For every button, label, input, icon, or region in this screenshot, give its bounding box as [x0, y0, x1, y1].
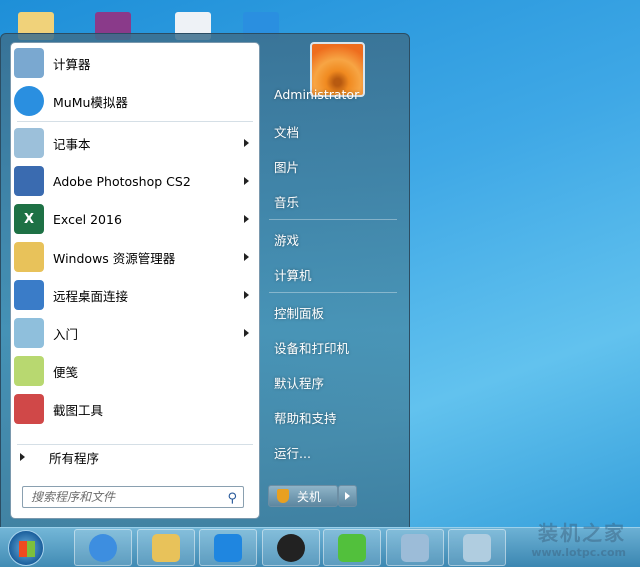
- program-item[interactable]: 远程桌面连接: [11, 277, 259, 313]
- search-input[interactable]: 搜索程序和文件 ⚲: [22, 486, 244, 508]
- snipping-tool-icon: [14, 394, 44, 424]
- media-icon: [277, 533, 305, 562]
- right-menu-item[interactable]: 设备和打印机: [274, 338, 349, 357]
- program-item[interactable]: Adobe Photoshop CS2: [11, 163, 259, 199]
- submenu-arrow-icon[interactable]: [244, 253, 249, 261]
- sogou-browser-icon: [89, 533, 117, 562]
- shutdown-button[interactable]: 关机: [268, 485, 338, 507]
- taskbar: 装机之家 www.lotpc.com: [0, 521, 640, 567]
- start-button[interactable]: [8, 530, 44, 566]
- right-menu-item[interactable]: 运行...: [274, 443, 311, 462]
- program-item[interactable]: 计算器: [11, 45, 259, 81]
- calculator-icon: [14, 48, 44, 78]
- program-item[interactable]: 入门: [11, 315, 259, 351]
- program-item[interactable]: 记事本: [11, 125, 259, 161]
- program-item[interactable]: MuMu模拟器: [11, 83, 259, 119]
- separator: [17, 121, 253, 122]
- wechat-icon: [338, 533, 366, 562]
- right-menu-item[interactable]: 帮助和支持: [274, 408, 337, 427]
- programs-panel: 所有程序 搜索程序和文件 ⚲ 计算器 MuMu模拟器 记事本 Adobe Photosh…: [10, 42, 260, 519]
- right-menu-item[interactable]: 控制面板: [274, 303, 324, 322]
- submenu-arrow-icon[interactable]: [244, 329, 249, 337]
- right-menu-item[interactable]: 图片: [274, 157, 299, 176]
- photoshop-icon: [14, 166, 44, 196]
- shutdown-options-button[interactable]: [338, 485, 357, 507]
- taskbar-sogou-browser-button[interactable]: [74, 529, 132, 566]
- watermark: 装机之家 www.lotpc.com: [531, 521, 626, 559]
- chevron-right-icon: [345, 492, 350, 500]
- shield-icon: [277, 489, 289, 503]
- submenu-arrow-icon[interactable]: [244, 139, 249, 147]
- right-menu-item[interactable]: 音乐: [274, 192, 299, 211]
- separator: [269, 292, 397, 293]
- submenu-arrow-icon[interactable]: [244, 215, 249, 223]
- excel-icon: X: [14, 204, 44, 234]
- submenu-arrow-icon[interactable]: [244, 177, 249, 185]
- sticky-notes-icon: [14, 356, 44, 386]
- file-explorer-icon: [152, 533, 180, 562]
- submenu-arrow-icon[interactable]: [244, 291, 249, 299]
- right-menu-item[interactable]: 文档: [274, 122, 299, 141]
- taskbar-wechat-button[interactable]: [323, 529, 381, 566]
- program-item[interactable]: 截图工具: [11, 391, 259, 427]
- start-menu: 所有程序 搜索程序和文件 ⚲ 计算器 MuMu模拟器 记事本 Adobe Photosh…: [0, 33, 410, 528]
- getting-started-icon: [14, 318, 44, 348]
- right-menu-item[interactable]: 计算机: [274, 265, 312, 284]
- notepad-icon: [14, 128, 44, 158]
- explorer-icon: [14, 242, 44, 272]
- triangle-right-icon: [20, 453, 25, 461]
- program-item[interactable]: X Excel 2016: [11, 201, 259, 237]
- app-blue-icon: [214, 533, 242, 562]
- separator: [269, 219, 397, 220]
- taskbar-media-button[interactable]: [262, 529, 320, 566]
- taskbar-file-explorer-button[interactable]: [137, 529, 195, 566]
- taskbar-calculator-button[interactable]: [386, 529, 444, 566]
- right-menu-item[interactable]: 默认程序: [274, 373, 324, 392]
- search-icon[interactable]: ⚲: [227, 489, 237, 509]
- taskbar-app-blue-button[interactable]: [199, 529, 257, 566]
- calculator-icon: [401, 533, 429, 562]
- right-menu-item[interactable]: Administrator: [274, 87, 359, 102]
- program-item[interactable]: Windows 资源管理器: [11, 239, 259, 275]
- remote-desktop-icon: [14, 280, 44, 310]
- program-item[interactable]: 便笺: [11, 353, 259, 389]
- right-menu-item[interactable]: 游戏: [274, 230, 299, 249]
- windows-logo-icon: [19, 541, 35, 557]
- taskbar-notepad-button[interactable]: [448, 529, 506, 566]
- mumu-icon: [14, 86, 44, 116]
- all-programs-button[interactable]: 所有程序: [11, 441, 259, 473]
- notepad-icon: [463, 533, 491, 562]
